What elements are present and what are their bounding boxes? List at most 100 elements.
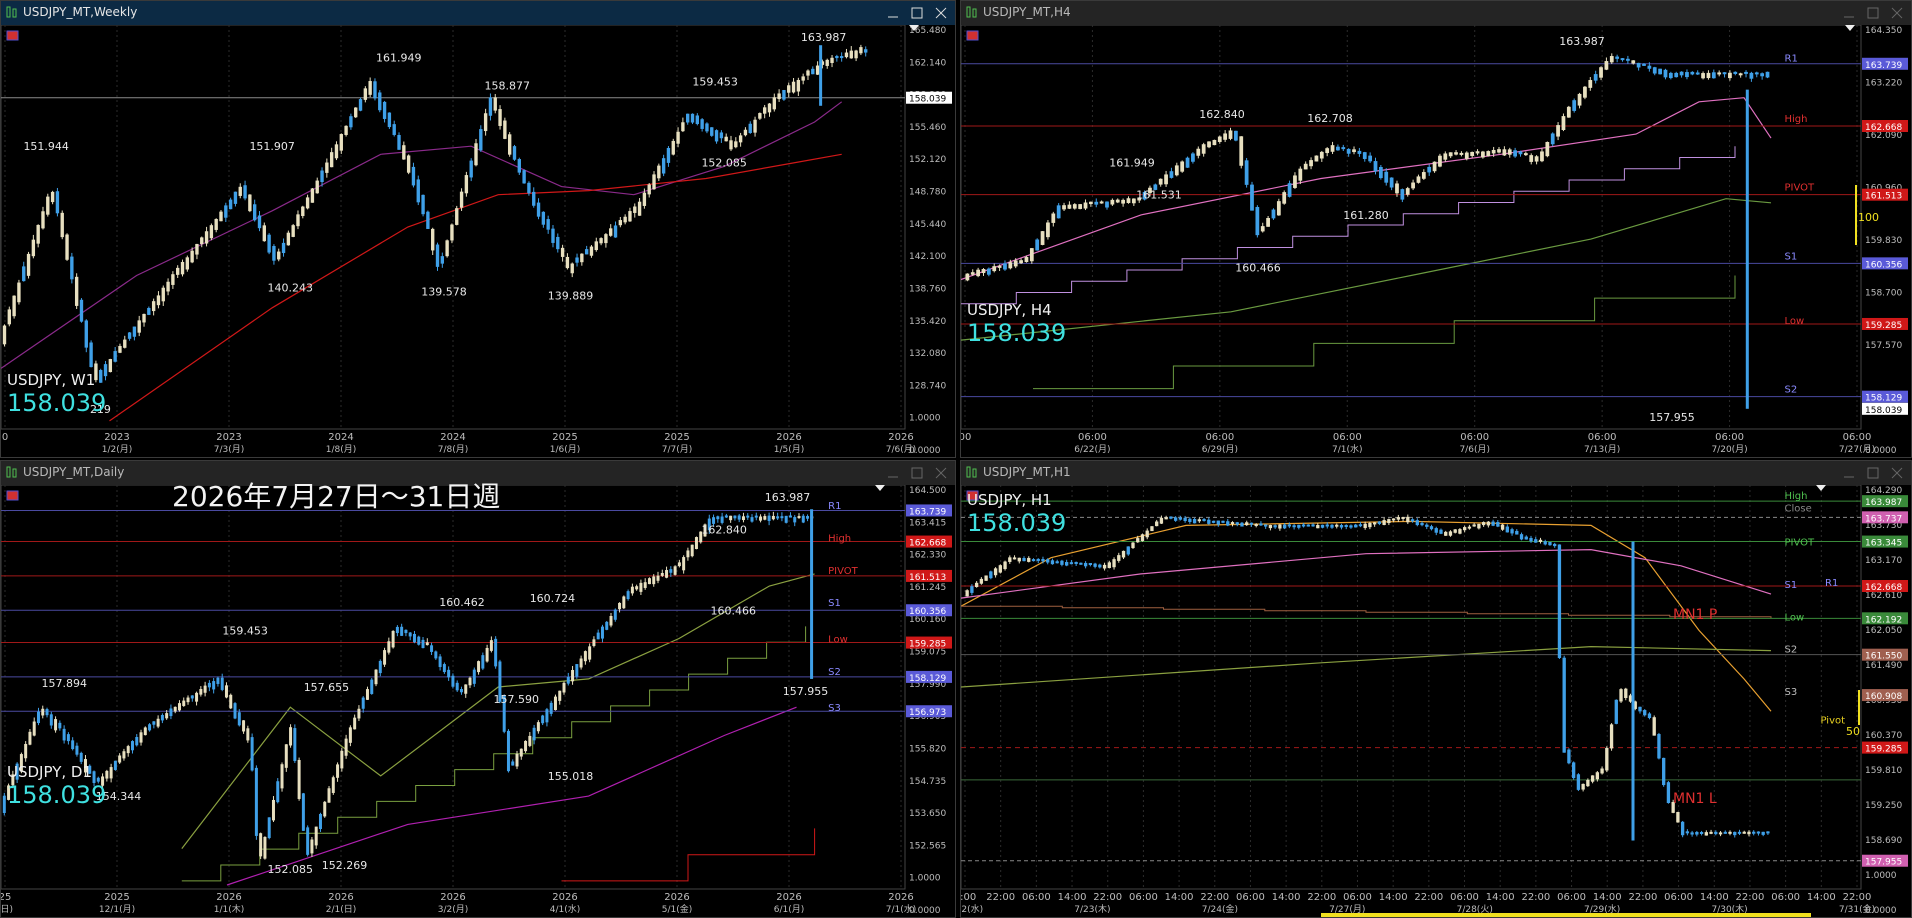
candle-body bbox=[1642, 63, 1646, 66]
title-bar-weekly[interactable]: USDJPY_MT,Weekly bbox=[1, 1, 955, 25]
time-tick-sublabel: 12/1(月) bbox=[99, 904, 135, 915]
candle-body bbox=[1679, 71, 1684, 76]
candle-body bbox=[1534, 539, 1538, 543]
candle-body bbox=[108, 359, 113, 373]
candle-body bbox=[546, 219, 550, 230]
candle-body bbox=[536, 202, 541, 217]
candle-body bbox=[434, 651, 438, 659]
time-tick-label: 2024 bbox=[328, 432, 353, 443]
time-tick-sublabel: 6/22(月) bbox=[1074, 444, 1110, 455]
time-tick-label: 2026 bbox=[664, 892, 689, 903]
candle-body bbox=[1620, 58, 1625, 61]
candle-body bbox=[387, 641, 391, 653]
peak-label: 160.466 bbox=[710, 604, 756, 617]
price-chart-h1[interactable]: 4:00 22:00 06:00 14:00 22:00 06:00 14:00 22:00 0… bbox=[961, 485, 1911, 917]
close-icon[interactable] bbox=[1885, 3, 1909, 23]
candle-body bbox=[1728, 72, 1732, 79]
level-label: Low bbox=[1785, 316, 1805, 327]
candle-body bbox=[1643, 710, 1647, 716]
candle-body bbox=[41, 211, 45, 229]
candle-body bbox=[148, 724, 152, 731]
time-tick-label: 2025 bbox=[104, 892, 129, 903]
candle-body bbox=[412, 633, 416, 643]
candle-body bbox=[1112, 559, 1116, 568]
chart-window-weekly[interactable]: USDJPY_MT,Weekly 0 2023 2023 2024 2024 2025 20… bbox=[0, 0, 956, 458]
candle-body bbox=[368, 81, 372, 95]
price-chart-daily[interactable]: 25 2025 2026 2026 2026 2026 2026 2026 2026 (日) 12/… bbox=[1, 485, 955, 917]
peak-label: 157.655 bbox=[304, 681, 350, 694]
candle-body bbox=[1600, 768, 1604, 774]
candle-body bbox=[242, 720, 246, 732]
maximize-icon[interactable] bbox=[1861, 463, 1885, 483]
candle-body bbox=[1234, 130, 1238, 141]
candle-body bbox=[733, 515, 737, 519]
candle-body bbox=[378, 92, 382, 111]
price-tag-label: 160.356 bbox=[909, 607, 946, 617]
candle-body bbox=[1448, 152, 1453, 157]
peak-label: 160.462 bbox=[439, 596, 485, 609]
price-chart-h4[interactable]: 0006:0006:0006:0006:0006:0006:0006:006/2… bbox=[961, 25, 1911, 457]
candle-body bbox=[1718, 832, 1723, 835]
candle-body bbox=[353, 717, 357, 730]
price-tick-label: 155.820 bbox=[909, 744, 946, 754]
candle-body bbox=[1663, 69, 1668, 78]
candle-body bbox=[549, 702, 553, 714]
minimize-icon[interactable] bbox=[881, 463, 905, 483]
candle-body bbox=[1022, 558, 1026, 562]
candle-body bbox=[1754, 72, 1759, 75]
candle-body bbox=[331, 777, 335, 793]
candle-body bbox=[637, 201, 642, 216]
price-tick-label: 162.330 bbox=[909, 551, 946, 561]
candle-body bbox=[1571, 762, 1576, 779]
maximize-icon[interactable] bbox=[905, 3, 929, 23]
maximize-icon[interactable] bbox=[905, 463, 929, 483]
candle-body bbox=[1749, 72, 1754, 79]
close-icon[interactable] bbox=[929, 463, 953, 483]
time-tick-label: 2026 bbox=[776, 892, 801, 903]
candle-body bbox=[720, 516, 724, 523]
minimize-icon[interactable] bbox=[1837, 463, 1861, 483]
title-bar-h1[interactable]: USDJPY_MT,H1 bbox=[961, 461, 1911, 485]
price-tick-label: 138.760 bbox=[909, 284, 946, 294]
candle-body bbox=[431, 228, 435, 251]
price-tick-label: 163.415 bbox=[909, 518, 946, 528]
close-icon[interactable] bbox=[1885, 463, 1909, 483]
peak-label: 160.724 bbox=[530, 592, 576, 605]
price-chart-weekly[interactable]: 0 2023 2023 2024 2024 2025 2025 2026 2026 1/2(月) 7… bbox=[1, 25, 955, 457]
candle-body bbox=[1051, 213, 1056, 223]
candle-body bbox=[1102, 564, 1107, 569]
candle-body bbox=[1169, 516, 1173, 519]
candle-body bbox=[705, 123, 709, 132]
candle-body bbox=[819, 45, 823, 106]
candle-body bbox=[248, 194, 252, 212]
candle-body bbox=[421, 194, 425, 215]
minimize-icon[interactable] bbox=[881, 3, 905, 23]
time-tick-label: 14:00 bbox=[1058, 892, 1087, 903]
close-icon[interactable] bbox=[929, 3, 953, 23]
candle-body bbox=[373, 81, 377, 99]
chart-window-h1[interactable]: USDJPY_MT,H1 4:00 22:00 06:00 14:00 22:00 06:… bbox=[960, 460, 1912, 918]
minimize-icon[interactable] bbox=[1837, 3, 1861, 23]
candle-body bbox=[1273, 525, 1277, 528]
candle-body bbox=[1443, 153, 1448, 160]
title-bar-h4[interactable]: USDJPY_MT,H4 bbox=[961, 1, 1911, 25]
candle-body bbox=[575, 664, 579, 677]
candle-body bbox=[1192, 519, 1197, 524]
candle-body bbox=[635, 586, 639, 590]
maximize-icon[interactable] bbox=[1861, 3, 1885, 23]
candle-body bbox=[1121, 199, 1125, 204]
peak-label: 160.466 bbox=[1235, 261, 1281, 274]
candle-body bbox=[204, 231, 209, 244]
candle-body bbox=[450, 224, 454, 241]
candle-body bbox=[391, 630, 395, 648]
candle-body bbox=[1254, 524, 1258, 527]
candle-body bbox=[1647, 65, 1652, 69]
price-tag-label: 162.668 bbox=[1865, 583, 1902, 593]
candle-body bbox=[272, 246, 276, 261]
chart-window-h4[interactable]: USDJPY_MT,H4 00 06:00 06:00 06:00 06:00 06:00… bbox=[960, 0, 1912, 458]
candle-body bbox=[182, 700, 186, 706]
chart-window-daily[interactable]: USDJPY_MT,Daily 25 2025 2026 2026 2026 2026 20… bbox=[0, 460, 956, 918]
peak-label: 140.243 bbox=[268, 282, 314, 295]
candle-body bbox=[592, 639, 596, 646]
candle-body bbox=[2, 325, 7, 345]
